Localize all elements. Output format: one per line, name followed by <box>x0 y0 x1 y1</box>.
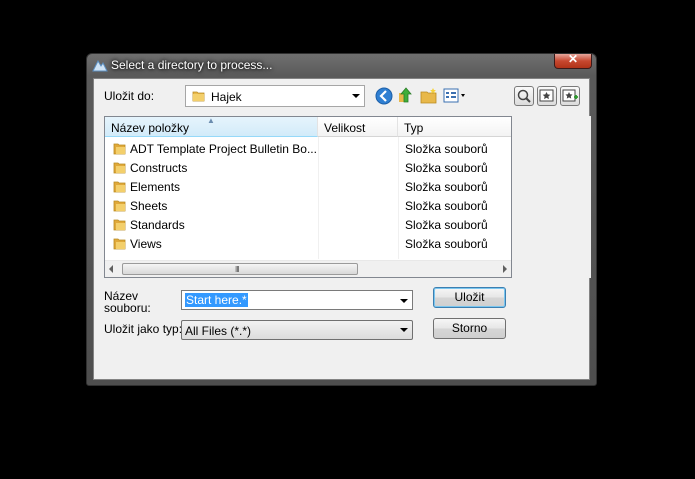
list-item[interactable]: Constructs Složka souborů <box>105 159 511 178</box>
list-item-type: Složka souborů <box>405 218 488 232</box>
app-icon <box>92 59 108 72</box>
window-title: Select a directory to process... <box>111 58 273 72</box>
side-pane <box>512 116 591 278</box>
sort-ascending-icon: ▲ <box>207 116 215 125</box>
list-item-name: Elements <box>130 180 181 194</box>
folder-icon <box>113 181 126 193</box>
list-item[interactable]: ADT Template Project Bulletin Bo... Složk… <box>105 140 511 159</box>
horizontal-scrollbar[interactable]: III <box>105 260 511 277</box>
column-header-size-label: Velikost <box>324 121 366 135</box>
list-item-name: ADT Template Project Bulletin Bo... <box>130 142 317 156</box>
list-item[interactable]: Elements Složka souborů <box>105 178 511 197</box>
list-item-type: Složka souborů <box>405 237 488 251</box>
save-in-label: Uložit do: <box>104 89 155 103</box>
list-item[interactable]: Sheets Složka souborů <box>105 197 511 216</box>
filetype-value: All Files (*.*) <box>185 324 252 338</box>
folder-icon <box>113 162 126 174</box>
chevron-down-icon <box>352 94 360 98</box>
column-header-type-label: Typ <box>404 121 424 135</box>
close-icon: ✕ <box>567 52 579 66</box>
list-item-name: Sheets <box>130 199 168 213</box>
list-item-type: Složka souborů <box>405 180 488 194</box>
list-item-name: Constructs <box>130 161 188 175</box>
close-button[interactable]: ✕ <box>554 52 592 69</box>
folder-icon <box>192 91 205 102</box>
add-favorite-button[interactable] <box>560 86 580 106</box>
column-header-type[interactable]: Typ <box>398 117 511 137</box>
dialog-client-area: Uložit do: Hajek Název položky ▲ Velikos… <box>93 78 591 380</box>
column-header-name[interactable]: Název položky ▲ <box>105 117 318 137</box>
search-icon <box>517 89 531 103</box>
scroll-right-icon[interactable] <box>503 265 507 273</box>
filename-value: Start here.* <box>185 293 248 307</box>
file-list[interactable]: Název položky ▲ Velikost Typ ADT Templat… <box>104 116 512 278</box>
list-item-type: Složka souborů <box>405 161 488 175</box>
chevron-down-icon[interactable] <box>400 299 408 303</box>
new-folder-icon[interactable] <box>419 86 439 106</box>
add-favorite-icon <box>562 89 578 102</box>
filename-label: Název souboru: <box>104 290 151 314</box>
list-item[interactable]: Standards Složka souborů <box>105 216 511 235</box>
dialog-window: Select a directory to process... ✕ Uloži… <box>86 52 597 386</box>
list-item-name: Views <box>130 237 162 251</box>
folder-icon <box>113 200 126 212</box>
view-menu-icon[interactable] <box>442 86 470 106</box>
column-header-size[interactable]: Velikost <box>318 117 398 137</box>
filename-input[interactable]: Start here.* <box>181 290 413 310</box>
title-bar[interactable]: Select a directory to process... ✕ <box>87 52 596 77</box>
favorites-icon <box>539 89 554 102</box>
save-in-combo[interactable]: Hajek <box>185 85 365 107</box>
scrollbar-grip: III <box>235 265 240 274</box>
filetype-label: Uložit jako typ: <box>104 322 183 336</box>
filetype-select[interactable]: All Files (*.*) <box>181 320 413 340</box>
cancel-button[interactable]: Storno <box>433 318 506 339</box>
chevron-down-icon <box>400 328 408 332</box>
up-folder-icon[interactable] <box>396 85 416 105</box>
folder-icon <box>113 219 126 231</box>
scrollbar-thumb[interactable]: III <box>122 263 358 275</box>
filename-label-line2: souboru: <box>104 301 151 315</box>
search-web-button[interactable] <box>514 86 534 106</box>
folder-icon <box>113 143 126 155</box>
list-item-type: Složka souborů <box>405 199 488 213</box>
favorites-button[interactable] <box>537 86 557 106</box>
save-in-value: Hajek <box>211 90 242 104</box>
list-item-type: Složka souborů <box>405 142 488 156</box>
list-item[interactable]: Views Složka souborů <box>105 235 511 254</box>
scroll-left-icon[interactable] <box>109 265 113 273</box>
save-button[interactable]: Uložit <box>433 287 506 308</box>
back-icon[interactable] <box>374 86 394 106</box>
column-header-name-label: Název položky <box>111 121 190 135</box>
list-item-name: Standards <box>130 218 185 232</box>
folder-icon <box>113 238 126 250</box>
